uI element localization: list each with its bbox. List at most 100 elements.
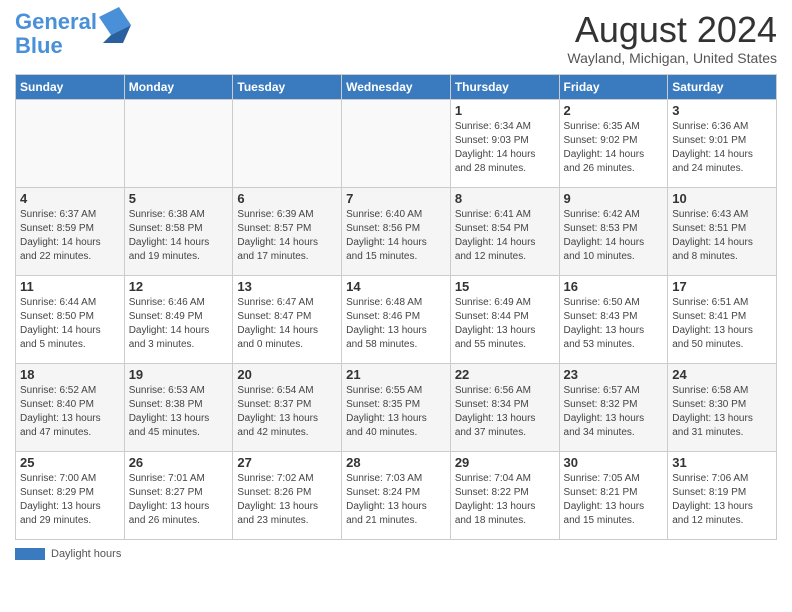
day-info: Sunrise: 7:05 AM Sunset: 8:21 PM Dayligh…	[564, 472, 664, 528]
day-info: Sunrise: 7:02 AM Sunset: 8:26 PM Dayligh…	[237, 472, 337, 528]
calendar-cell: 12Sunrise: 6:46 AM Sunset: 8:49 PM Dayli…	[124, 275, 233, 363]
col-header-wednesday: Wednesday	[342, 74, 451, 99]
calendar-cell: 10 Sunrise: 6:43 AM Sunset: 8:51 PM Dayli…	[668, 187, 777, 275]
day-number: 14	[346, 279, 446, 294]
day-info: Sunrise: 6:43 AM Sunset: 8:51 PM Dayligh…	[672, 208, 772, 264]
day-number: 12	[129, 279, 229, 294]
logo: GeneralBlue	[15, 10, 131, 58]
calendar-cell: 31 Sunrise: 7:06 AM Sunset: 8:19 PM Dayli…	[668, 451, 777, 539]
calendar-cell: 26 Sunrise: 7:01 AM Sunset: 8:27 PM Dayli…	[124, 451, 233, 539]
calendar-cell: 18Sunrise: 6:52 AM Sunset: 8:40 PM Dayli…	[16, 363, 125, 451]
calendar-cell: 14 Sunrise: 6:48 AM Sunset: 8:46 PM Dayli…	[342, 275, 451, 363]
day-info: Sunrise: 6:36 AM Sunset: 9:01 PM Dayligh…	[672, 120, 772, 176]
col-header-sunday: Sunday	[16, 74, 125, 99]
month-year: August 2024	[567, 10, 777, 50]
legend-box	[15, 548, 45, 560]
calendar-cell: 24Sunrise: 6:58 AM Sunset: 8:30 PM Dayli…	[668, 363, 777, 451]
calendar-week-row: 11 Sunrise: 6:44 AM Sunset: 8:50 PM Dayli…	[16, 275, 777, 363]
day-info: Sunrise: 7:00 AM Sunset: 8:29 PM Dayligh…	[20, 472, 120, 528]
day-info: Sunrise: 6:35 AM Sunset: 9:02 PM Dayligh…	[564, 120, 664, 176]
day-info: Sunrise: 7:03 AM Sunset: 8:24 PM Dayligh…	[346, 472, 446, 528]
col-header-friday: Friday	[559, 74, 668, 99]
col-header-tuesday: Tuesday	[233, 74, 342, 99]
day-info: Sunrise: 6:50 AM Sunset: 8:43 PM Dayligh…	[564, 296, 664, 352]
calendar-cell: 25 Sunrise: 7:00 AM Sunset: 8:29 PM Dayli…	[16, 451, 125, 539]
day-number: 20	[237, 367, 337, 382]
calendar-cell: 1 Sunrise: 6:34 AM Sunset: 9:03 PM Daylig…	[450, 99, 559, 187]
col-header-monday: Monday	[124, 74, 233, 99]
day-info: Sunrise: 7:04 AM Sunset: 8:22 PM Dayligh…	[455, 472, 555, 528]
day-number: 8	[455, 191, 555, 206]
day-number: 17	[672, 279, 772, 294]
calendar-cell: 29 Sunrise: 7:04 AM Sunset: 8:22 PM Dayli…	[450, 451, 559, 539]
day-number: 28	[346, 455, 446, 470]
day-info: Sunrise: 6:55 AM Sunset: 8:35 PM Dayligh…	[346, 384, 446, 440]
day-info: Sunrise: 6:57 AM Sunset: 8:32 PM Dayligh…	[564, 384, 664, 440]
col-header-saturday: Saturday	[668, 74, 777, 99]
day-number: 3	[672, 103, 772, 118]
day-number: 29	[455, 455, 555, 470]
day-number: 7	[346, 191, 446, 206]
day-number: 9	[564, 191, 664, 206]
calendar-header-row: SundayMondayTuesdayWednesdayThursdayFrid…	[16, 74, 777, 99]
day-info: Sunrise: 6:53 AM Sunset: 8:38 PM Dayligh…	[129, 384, 229, 440]
title-area: August 2024 Wayland, Michigan, United St…	[567, 10, 777, 66]
day-number: 19	[129, 367, 229, 382]
day-info: Sunrise: 6:47 AM Sunset: 8:47 PM Dayligh…	[237, 296, 337, 352]
day-number: 4	[20, 191, 120, 206]
logo-text: GeneralBlue	[15, 10, 97, 58]
calendar-cell	[16, 99, 125, 187]
day-info: Sunrise: 7:06 AM Sunset: 8:19 PM Dayligh…	[672, 472, 772, 528]
day-number: 16	[564, 279, 664, 294]
day-info: Sunrise: 6:49 AM Sunset: 8:44 PM Dayligh…	[455, 296, 555, 352]
day-number: 10	[672, 191, 772, 206]
calendar-cell: 3 Sunrise: 6:36 AM Sunset: 9:01 PM Daylig…	[668, 99, 777, 187]
day-number: 23	[564, 367, 664, 382]
legend: Daylight hours	[15, 548, 777, 560]
day-info: Sunrise: 6:40 AM Sunset: 8:56 PM Dayligh…	[346, 208, 446, 264]
calendar-cell	[233, 99, 342, 187]
calendar-cell: 11 Sunrise: 6:44 AM Sunset: 8:50 PM Dayli…	[16, 275, 125, 363]
day-number: 1	[455, 103, 555, 118]
calendar-cell: 27 Sunrise: 7:02 AM Sunset: 8:26 PM Dayli…	[233, 451, 342, 539]
calendar-cell: 4Sunrise: 6:37 AM Sunset: 8:59 PM Daylig…	[16, 187, 125, 275]
calendar-cell: 9Sunrise: 6:42 AM Sunset: 8:53 PM Daylig…	[559, 187, 668, 275]
calendar-cell	[124, 99, 233, 187]
day-info: Sunrise: 7:01 AM Sunset: 8:27 PM Dayligh…	[129, 472, 229, 528]
day-info: Sunrise: 6:54 AM Sunset: 8:37 PM Dayligh…	[237, 384, 337, 440]
day-info: Sunrise: 6:56 AM Sunset: 8:34 PM Dayligh…	[455, 384, 555, 440]
day-info: Sunrise: 6:48 AM Sunset: 8:46 PM Dayligh…	[346, 296, 446, 352]
calendar-week-row: 4Sunrise: 6:37 AM Sunset: 8:59 PM Daylig…	[16, 187, 777, 275]
calendar-cell: 7 Sunrise: 6:40 AM Sunset: 8:56 PM Daylig…	[342, 187, 451, 275]
day-number: 27	[237, 455, 337, 470]
calendar-cell: 22 Sunrise: 6:56 AM Sunset: 8:34 PM Dayli…	[450, 363, 559, 451]
col-header-thursday: Thursday	[450, 74, 559, 99]
calendar-cell: 6Sunrise: 6:39 AM Sunset: 8:57 PM Daylig…	[233, 187, 342, 275]
day-number: 11	[20, 279, 120, 294]
day-number: 18	[20, 367, 120, 382]
calendar-cell: 2 Sunrise: 6:35 AM Sunset: 9:02 PM Daylig…	[559, 99, 668, 187]
day-number: 22	[455, 367, 555, 382]
day-number: 6	[237, 191, 337, 206]
day-number: 2	[564, 103, 664, 118]
calendar-week-row: 1 Sunrise: 6:34 AM Sunset: 9:03 PM Daylig…	[16, 99, 777, 187]
calendar-cell: 16 Sunrise: 6:50 AM Sunset: 8:43 PM Dayli…	[559, 275, 668, 363]
calendar-cell: 5Sunrise: 6:38 AM Sunset: 8:58 PM Daylig…	[124, 187, 233, 275]
calendar-cell: 20 Sunrise: 6:54 AM Sunset: 8:37 PM Dayli…	[233, 363, 342, 451]
day-number: 24	[672, 367, 772, 382]
calendar-cell: 19 Sunrise: 6:53 AM Sunset: 8:38 PM Dayli…	[124, 363, 233, 451]
day-number: 25	[20, 455, 120, 470]
calendar-week-row: 25 Sunrise: 7:00 AM Sunset: 8:29 PM Dayli…	[16, 451, 777, 539]
day-number: 15	[455, 279, 555, 294]
day-info: Sunrise: 6:44 AM Sunset: 8:50 PM Dayligh…	[20, 296, 120, 352]
legend-label: Daylight hours	[51, 548, 121, 560]
calendar-cell: 13Sunrise: 6:47 AM Sunset: 8:47 PM Dayli…	[233, 275, 342, 363]
day-info: Sunrise: 6:34 AM Sunset: 9:03 PM Dayligh…	[455, 120, 555, 176]
calendar-cell: 23 Sunrise: 6:57 AM Sunset: 8:32 PM Dayli…	[559, 363, 668, 451]
logo-icon	[99, 7, 131, 43]
day-number: 26	[129, 455, 229, 470]
calendar-cell: 28 Sunrise: 7:03 AM Sunset: 8:24 PM Dayli…	[342, 451, 451, 539]
calendar-cell	[342, 99, 451, 187]
day-number: 5	[129, 191, 229, 206]
day-number: 31	[672, 455, 772, 470]
